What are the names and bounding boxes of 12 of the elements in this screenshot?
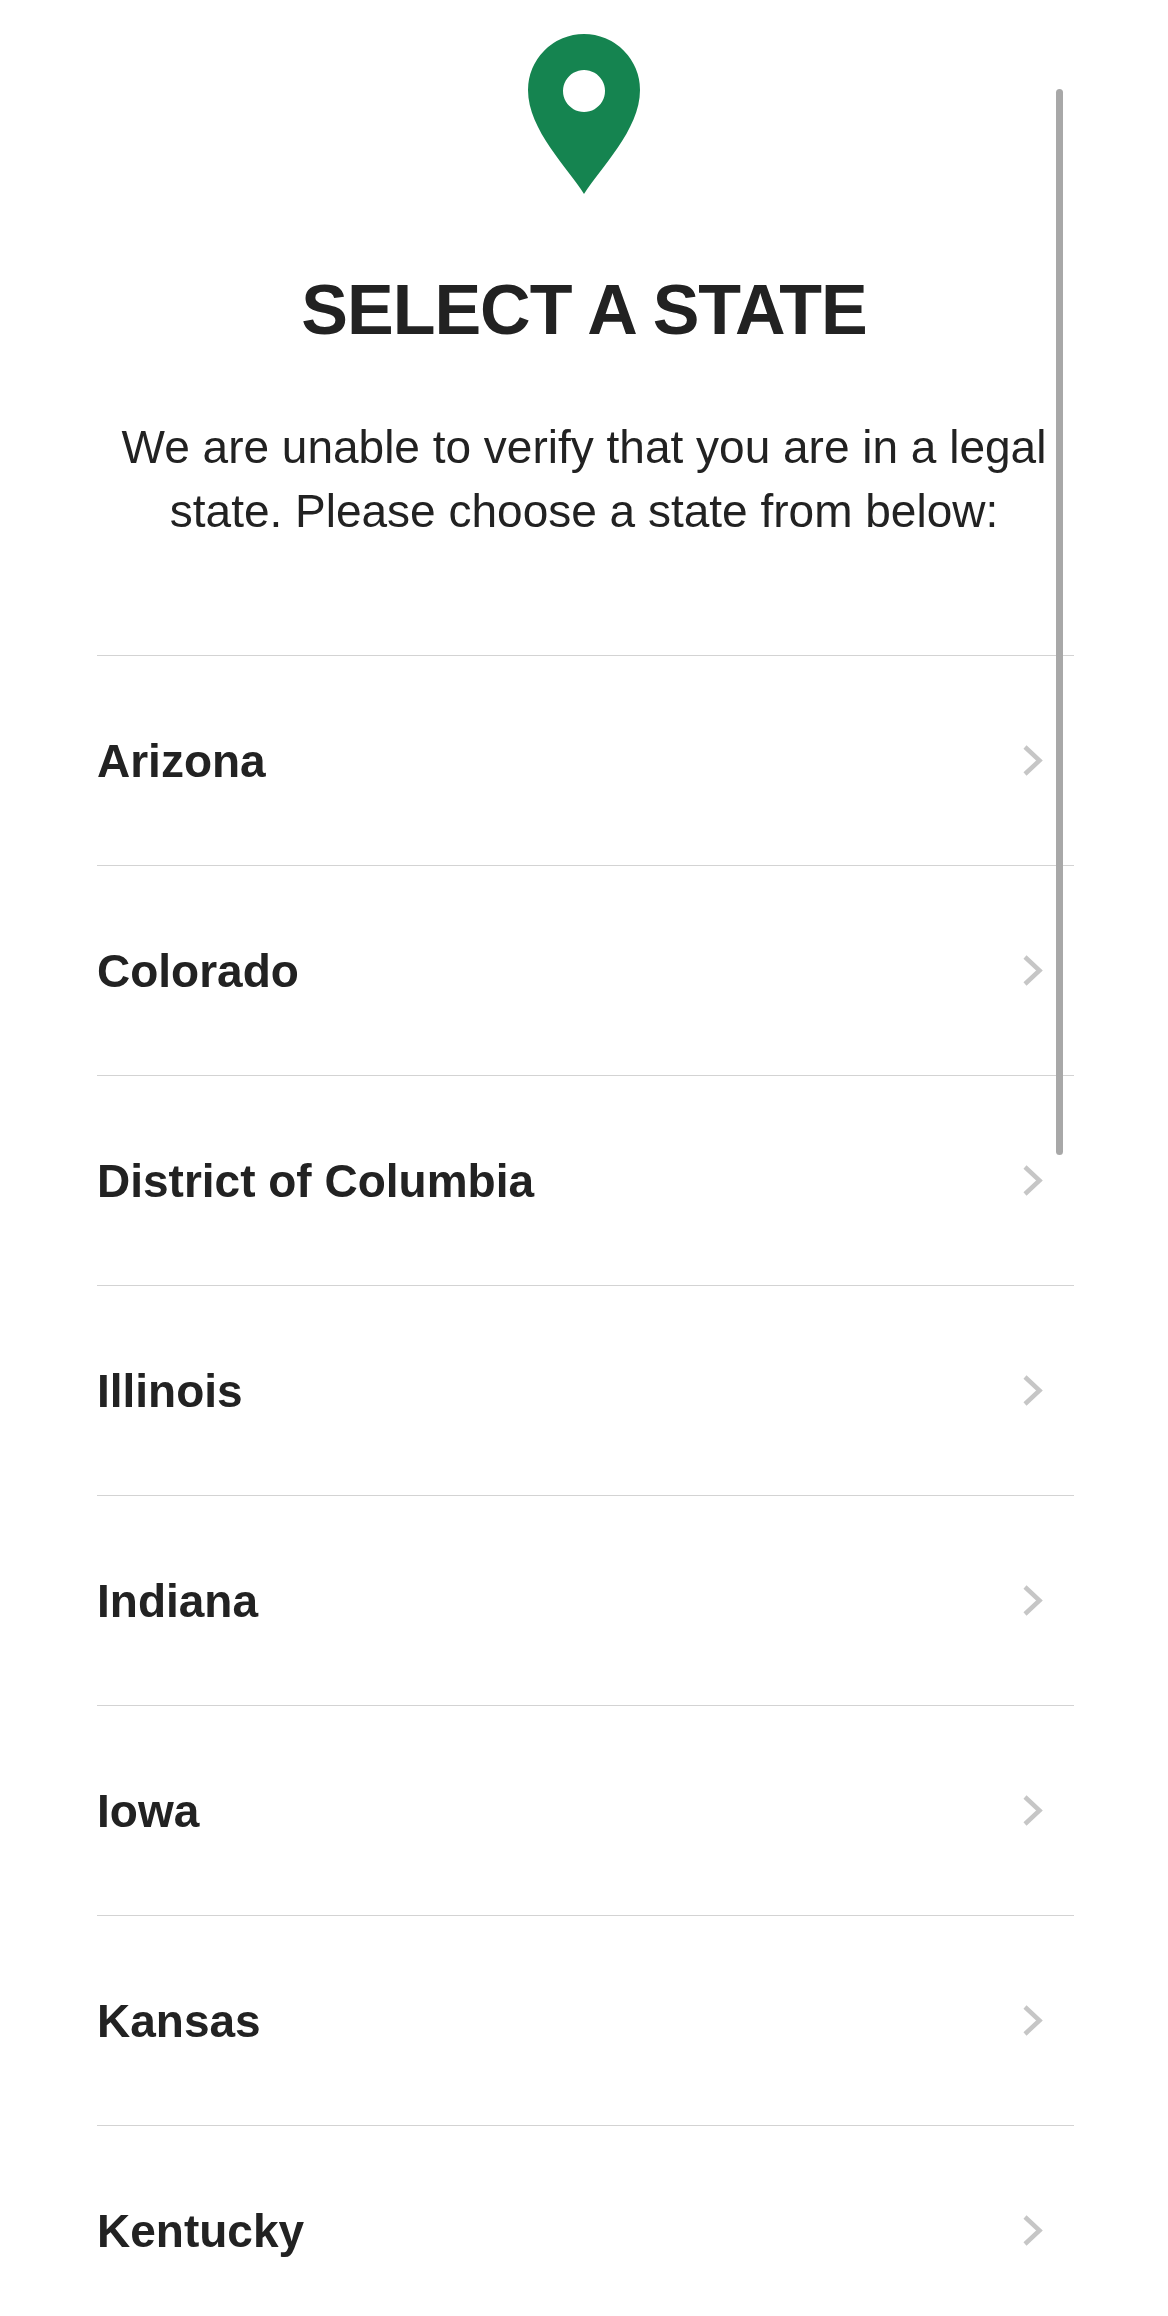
chevron-right-icon — [1022, 954, 1043, 987]
page-title: SELECT A STATE — [301, 275, 867, 345]
scrollbar-thumb[interactable] — [1056, 89, 1063, 1155]
chevron-right-icon — [1022, 1164, 1043, 1197]
chevron-right-icon — [1022, 1374, 1043, 1407]
chevron-right-icon — [1022, 1794, 1043, 1827]
location-pin-icon — [528, 34, 640, 194]
chevron-right-icon — [1022, 2214, 1043, 2247]
chevron-right-icon — [1022, 1584, 1043, 1617]
chevron-right-icon — [1022, 2004, 1043, 2037]
chevron-right-icon — [1022, 744, 1043, 777]
instruction-text: We are unable to verify that you are in a legal state. Please choose a state from below: — [120, 420, 1048, 539]
